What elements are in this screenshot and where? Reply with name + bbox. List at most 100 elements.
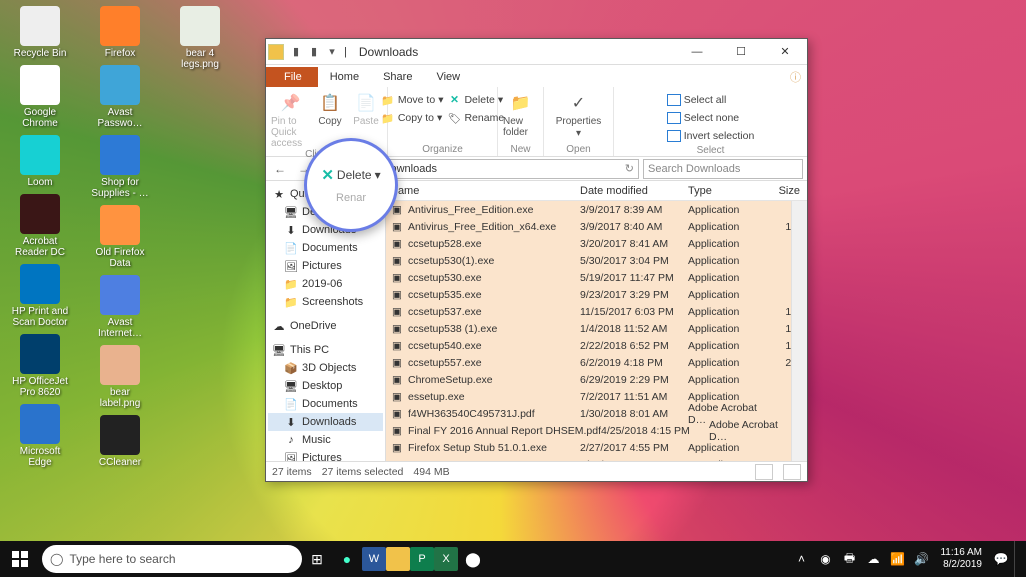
desktop-icon[interactable]: bear label.png (88, 343, 152, 411)
titlebar[interactable]: ▮ ▮ ▾ | Downloads — ☐ ✕ (266, 39, 807, 65)
qat-item[interactable]: ▮ (288, 44, 304, 60)
taskbar[interactable]: ◯ Type here to search ⊞ ● W P X ⬤ ˄ ◉ 🖶 … (0, 541, 1026, 577)
desktop-icon[interactable]: Old Firefox Data (88, 203, 152, 271)
desktop-icon[interactable]: Avast Internet… (88, 273, 152, 341)
group-label: Organize (422, 144, 463, 155)
file-row[interactable]: ▣Antivirus_Free_Edition_x64.exe3/9/2017 … (386, 218, 791, 235)
file-row[interactable]: ▣ChromeSetup.exe6/29/2019 2:29 PMApplica… (386, 371, 791, 388)
paste-button[interactable]: 📄Paste (350, 91, 382, 127)
file-row[interactable]: ▣Antivirus_Free_Edition.exe3/9/2017 8:39… (386, 201, 791, 218)
desktop-icon[interactable]: Recycle Bin (8, 4, 72, 61)
nav-documents[interactable]: 📄Documents (268, 239, 383, 257)
file-row[interactable]: ▣Final FY 2016 Annual Report DHSEM.pdf4/… (386, 422, 791, 439)
system-tray[interactable]: ˄ ◉ 🖶 ☁ 📶 🔊 11:16 AM 8/2/2019 💬 (790, 541, 1026, 577)
close-button[interactable]: ✕ (765, 40, 805, 64)
desktop-icon[interactable]: bear 4 legs.png (168, 4, 232, 72)
rename-button[interactable]: 🏷Rename (447, 109, 504, 127)
file-row[interactable]: ▣ccsetup530(1).exe5/30/2017 3:04 PMAppli… (386, 252, 791, 269)
col-date[interactable]: Date modified (580, 185, 688, 197)
details-view-button[interactable] (755, 464, 773, 480)
desktop-icon[interactable]: Avast Passwo… (88, 63, 152, 131)
properties-button[interactable]: ✓Properties▾ (556, 91, 602, 139)
taskbar-search[interactable]: ◯ Type here to search (42, 545, 302, 573)
tray-icon[interactable]: ◉ (814, 541, 836, 577)
desktop-icon[interactable]: Shop for Supplies - … (88, 133, 152, 201)
app-icon (20, 334, 60, 374)
file-row[interactable]: ▣ccsetup528.exe3/20/2017 8:41 AMApplicat… (386, 235, 791, 252)
icons-view-button[interactable] (783, 464, 801, 480)
pin-quick-access-button[interactable]: 📌Pin to Quick access (271, 91, 310, 149)
action-center-icon[interactable]: 💬 (990, 541, 1012, 577)
desktop-icon[interactable]: Microsoft Edge (8, 402, 72, 470)
refresh-icon[interactable]: ↻ (625, 162, 634, 175)
file-row[interactable]: ▣ccsetup530.exe5/19/2017 11:47 PMApplica… (386, 269, 791, 286)
col-size[interactable]: Size (776, 185, 800, 197)
search-input[interactable]: Search Downloads (643, 159, 803, 179)
nav-2019-06[interactable]: 📁2019-06 (268, 275, 383, 293)
maximize-button[interactable]: ☐ (721, 40, 761, 64)
taskbar-word[interactable]: W (362, 547, 386, 571)
new-folder-button[interactable]: 📁New folder (503, 91, 538, 138)
minimize-button[interactable]: — (677, 40, 717, 64)
taskbar-publisher[interactable]: P (410, 547, 434, 571)
file-row[interactable]: ▣ccsetup538 (1).exe1/4/2018 11:52 AMAppl… (386, 320, 791, 337)
tray-network-icon[interactable]: 📶 (886, 541, 908, 577)
invert-selection-button[interactable]: Invert selection (667, 127, 755, 145)
file-row[interactable]: ▣ccsetup540.exe2/22/2018 6:52 PMApplicat… (386, 337, 791, 354)
nav-3d-objects[interactable]: 📦3D Objects (268, 359, 383, 377)
column-headers[interactable]: Name Date modified Type Size (386, 181, 807, 201)
nav-downloads2[interactable]: ⬇Downloads (268, 413, 383, 431)
tray-onedrive-icon[interactable]: ☁ (862, 541, 884, 577)
file-rows[interactable]: ▣Antivirus_Free_Edition.exe3/9/2017 8:39… (386, 201, 791, 461)
nav-music[interactable]: ♪Music (268, 431, 383, 449)
nav-pictures[interactable]: 🖼Pictures (268, 257, 383, 275)
qat-dropdown[interactable]: ▾ (324, 44, 340, 60)
file-name: Final FY 2016 Annual Report DHSEM.pdf (408, 425, 601, 437)
select-all-button[interactable]: Select all (667, 91, 727, 109)
nav-onedrive[interactable]: ☁OneDrive (268, 317, 383, 335)
desktop-icon[interactable]: HP Print and Scan Doctor (8, 262, 72, 330)
desktop-icon[interactable]: Loom (8, 133, 72, 190)
taskbar-app[interactable]: ● (332, 541, 362, 577)
nav-this-pc[interactable]: 🖥This PC (268, 341, 383, 359)
desktop-icon[interactable]: Google Chrome (8, 63, 72, 131)
col-type[interactable]: Type (688, 185, 776, 197)
file-row[interactable]: ▣ccsetup535.exe9/23/2017 3:29 PMApplicat… (386, 286, 791, 303)
tab-file[interactable]: File (266, 67, 318, 87)
file-row[interactable]: ▣ccsetup557.exe6/2/2019 4:18 PMApplicati… (386, 354, 791, 371)
desktop-icon[interactable]: HP OfficeJet Pro 8620 (8, 332, 72, 400)
tray-icon[interactable]: 🖶 (838, 541, 860, 577)
tab-share[interactable]: Share (371, 67, 424, 87)
taskbar-app2[interactable]: ⬤ (458, 541, 488, 577)
select-none-button[interactable]: Select none (667, 109, 739, 127)
minimize-ribbon-button[interactable]: ⓘ (784, 67, 807, 87)
start-button[interactable] (0, 541, 40, 577)
back-button[interactable]: ← (270, 159, 290, 179)
desktop-icon[interactable]: CCleaner (88, 413, 152, 470)
file-row[interactable]: ▣ccsetup537.exe11/15/2017 6:03 PMApplica… (386, 303, 791, 320)
copy-button[interactable]: 📋Copy (314, 91, 346, 127)
desktop-icon[interactable]: Acrobat Reader DC (8, 192, 72, 260)
desktop-icon[interactable]: Firefox (88, 4, 152, 61)
tray-chevron[interactable]: ˄ (790, 541, 812, 577)
task-view-button[interactable]: ⊞ (302, 541, 332, 577)
tab-home[interactable]: Home (318, 67, 371, 87)
qat-item[interactable]: ▮ (306, 44, 322, 60)
nav-desktop2[interactable]: 🖥Desktop (268, 377, 383, 395)
col-name[interactable]: Name (390, 185, 580, 197)
clock[interactable]: 11:16 AM 8/2/2019 (934, 547, 988, 571)
show-desktop-button[interactable] (1014, 541, 1020, 577)
nav-screenshots[interactable]: 📁Screenshots (268, 293, 383, 311)
scrollbar[interactable] (791, 201, 807, 461)
copy-to-button[interactable]: 📁Copy to ▾ (381, 109, 444, 127)
taskbar-excel[interactable]: X (434, 547, 458, 571)
tab-view[interactable]: View (424, 67, 472, 87)
delete-button[interactable]: ✕Delete ▾ (447, 91, 504, 109)
taskbar-explorer[interactable] (386, 547, 410, 571)
move-to-button[interactable]: 📁Move to ▾ (381, 91, 444, 109)
tray-volume-icon[interactable]: 🔊 (910, 541, 932, 577)
nav-documents2[interactable]: 📄Documents (268, 395, 383, 413)
file-row[interactable]: ▣GettyImages-963732344.eps6/29/2019 12:4… (386, 456, 791, 461)
file-row[interactable]: ▣Firefox Setup Stub 51.0.1.exe2/27/2017 … (386, 439, 791, 456)
nav-pictures2[interactable]: 🖼Pictures (268, 449, 383, 461)
